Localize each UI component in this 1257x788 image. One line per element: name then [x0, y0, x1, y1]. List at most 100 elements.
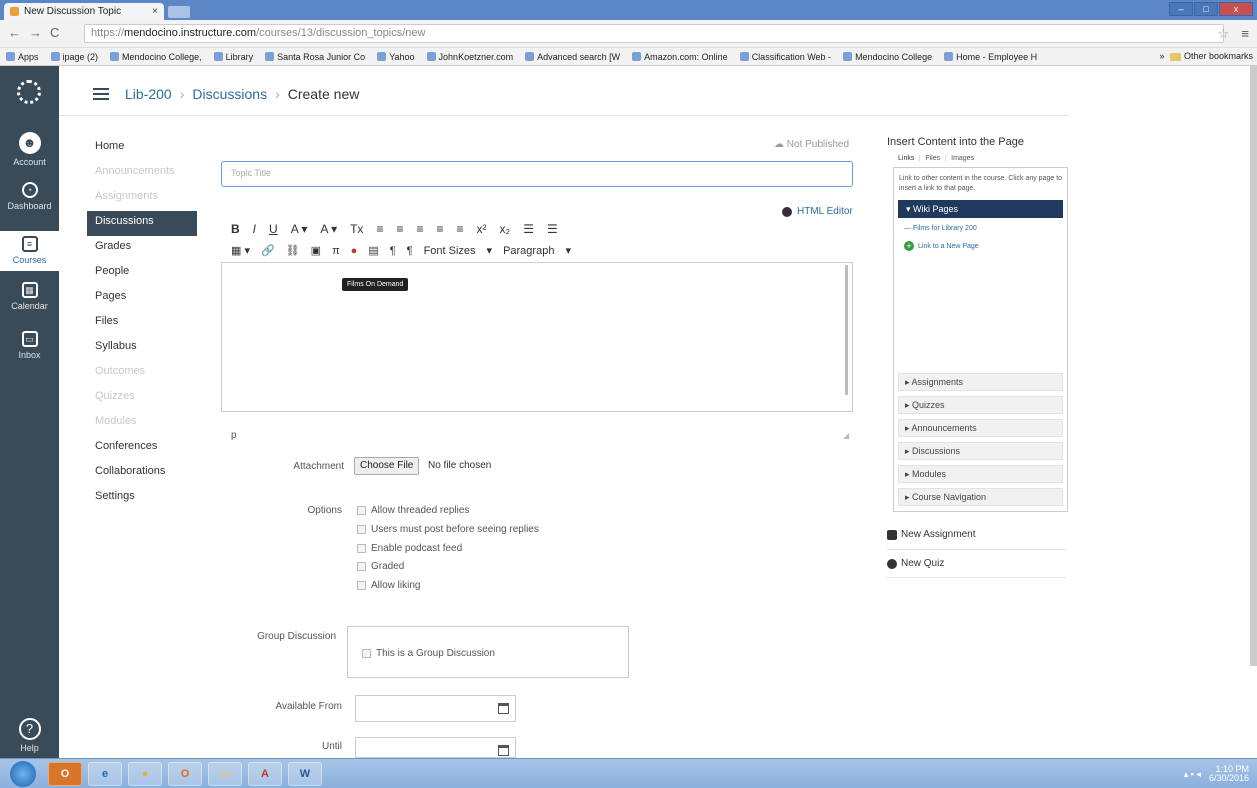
bookmark-item[interactable]: Yahoo [377, 52, 415, 62]
breadcrumb-discussions[interactable]: Discussions [192, 86, 267, 102]
films-on-demand-icon[interactable]: ● [351, 245, 358, 257]
new-quiz-link[interactable]: New Quiz [887, 558, 1067, 569]
option-threaded[interactable]: Allow threaded replies [357, 505, 469, 516]
checkbox[interactable] [357, 506, 366, 515]
forward-icon[interactable]: → [29, 25, 42, 40]
course-nav-conferences[interactable]: Conferences [87, 436, 197, 461]
checkbox[interactable] [357, 525, 366, 534]
minimize-icon[interactable]: – [1169, 2, 1193, 16]
course-nav-home[interactable]: Home [87, 136, 197, 161]
align-right-button[interactable]: ≡ [416, 222, 423, 236]
rich-content-editor[interactable] [221, 262, 853, 412]
url-input[interactable]: https://mendocino.instructure.com/course… [84, 24, 1224, 43]
bullet-list-button[interactable]: ☰ [523, 222, 534, 236]
section-modules[interactable]: ▸ Modules [898, 465, 1063, 483]
align-center-button[interactable]: ≡ [396, 222, 403, 236]
checkbox[interactable] [362, 649, 371, 658]
bookmark-item[interactable]: Advanced search [W [525, 52, 620, 62]
align-left-button[interactable]: ≡ [376, 222, 383, 236]
breadcrumb-course[interactable]: Lib-200 [125, 86, 172, 102]
checkbox[interactable] [357, 562, 366, 571]
link-new-page[interactable]: + Link to a New Page [904, 241, 979, 251]
close-window-icon[interactable]: x [1219, 2, 1253, 16]
course-nav-quizzes[interactable]: Quizzes [87, 386, 197, 411]
course-nav-collaborations[interactable]: Collaborations [87, 461, 197, 486]
bookmark-item[interactable]: Classification Web - [739, 52, 831, 62]
word-icon[interactable]: W [288, 762, 322, 786]
font-sizes-dropdown[interactable]: Font Sizes [424, 245, 476, 257]
course-nav-outcomes[interactable]: Outcomes [87, 361, 197, 386]
group-discussion-option[interactable]: This is a Group Discussion [362, 648, 495, 659]
option-liking[interactable]: Allow liking [357, 580, 420, 591]
background-color-button[interactable]: A ▾ [320, 222, 337, 236]
tab-files[interactable]: Files [920, 155, 947, 162]
course-menu-toggle-icon[interactable] [93, 88, 109, 100]
link-icon[interactable]: 🔗 [261, 244, 275, 257]
option-must-post[interactable]: Users must post before seeing replies [357, 524, 539, 535]
reload-icon[interactable]: C [50, 25, 59, 40]
course-nav-pages[interactable]: Pages [87, 286, 197, 311]
bookmark-item[interactable]: Library [213, 52, 253, 62]
calendar-picker-icon[interactable] [498, 703, 509, 714]
topic-title-input[interactable]: Topic Title [221, 161, 853, 187]
course-nav-files[interactable]: Files [87, 311, 197, 336]
available-from-input[interactable] [355, 695, 516, 722]
global-nav-dashboard[interactable]: ◔ Dashboard [0, 182, 59, 211]
global-nav-help[interactable]: ? Help [0, 718, 59, 753]
image-icon[interactable]: ▣ [311, 244, 321, 257]
global-nav-calendar[interactable]: ▦ Calendar [0, 282, 59, 311]
until-input[interactable] [355, 737, 516, 758]
course-nav-modules[interactable]: Modules [87, 411, 197, 436]
media-icon[interactable]: ▤ [368, 244, 378, 257]
bookmark-item[interactable]: JohnKoetzner.com [426, 52, 513, 62]
close-tab-icon[interactable]: × [152, 6, 158, 17]
bookmark-item[interactable]: Mendocino College [843, 52, 932, 62]
choose-file-button[interactable]: Choose File [354, 457, 420, 475]
course-nav-syllabus[interactable]: Syllabus [87, 336, 197, 361]
internet-explorer-icon[interactable]: e [88, 762, 122, 786]
browser-menu-icon[interactable]: ≡ [1241, 26, 1249, 41]
paragraph-dropdown[interactable]: Paragraph [503, 245, 554, 257]
bookmark-item[interactable]: Mendocino College, [110, 52, 202, 62]
bookmarks-overflow[interactable]: » [1159, 51, 1164, 61]
office-icon[interactable]: O [168, 762, 202, 786]
maximize-icon[interactable]: □ [1194, 2, 1218, 16]
tab-images[interactable]: Images [946, 155, 979, 162]
bookmark-item[interactable]: Apps [6, 52, 39, 62]
bookmark-item[interactable]: Amazon.com: Online [632, 52, 728, 62]
bookmark-item[interactable]: ipage (2) [50, 52, 98, 62]
section-quizzes[interactable]: ▸ Quizzes [898, 396, 1063, 414]
new-assignment-link[interactable]: New Assignment [887, 529, 1067, 540]
italic-button[interactable]: I [253, 222, 256, 236]
course-nav-people[interactable]: People [87, 261, 197, 286]
bookmark-item[interactable]: Santa Rosa Junior Co [265, 52, 365, 62]
editor-scrollbar[interactable] [845, 265, 848, 395]
section-discussions[interactable]: ▸ Discussions [898, 442, 1063, 460]
global-nav-account[interactable]: ☻ Account [0, 132, 59, 167]
course-nav-settings[interactable]: Settings [87, 486, 197, 511]
checkbox[interactable] [357, 544, 366, 553]
indent-button[interactable]: ≡ [457, 222, 464, 236]
text-color-button[interactable]: A ▾ [291, 222, 308, 236]
chevron-down-icon[interactable]: ▾ [487, 244, 493, 257]
course-nav-discussions[interactable]: Discussions [87, 211, 197, 236]
underline-button[interactable]: U [269, 222, 278, 236]
back-icon[interactable]: ← [8, 25, 21, 40]
ltr-direction-button[interactable]: ¶ [390, 245, 396, 257]
course-nav-grades[interactable]: Grades [87, 236, 197, 261]
publish-status[interactable]: ☁ Not Published [774, 139, 849, 150]
page-scrollbar[interactable] [1250, 66, 1257, 666]
superscript-button[interactable]: x² [477, 222, 487, 236]
wiki-pages-header[interactable]: ▾ Wiki Pages [898, 200, 1063, 218]
canvas-logo-icon[interactable] [17, 80, 41, 104]
tray-icons[interactable]: ▴ ▪ ◂ [1184, 769, 1201, 779]
unlink-icon[interactable]: ⛓ [286, 244, 300, 257]
other-bookmarks[interactable]: Other bookmarks [1170, 51, 1253, 61]
option-podcast[interactable]: Enable podcast feed [357, 543, 462, 554]
bookmark-star-icon[interactable]: ☆ [1217, 26, 1229, 42]
outlook-icon[interactable]: O [48, 762, 82, 786]
table-button[interactable]: ▦ ▾ [231, 244, 250, 257]
windows-start-icon[interactable] [10, 761, 36, 787]
bookmark-item[interactable]: Home - Employee H [944, 52, 1037, 62]
chrome-icon[interactable]: ● [128, 762, 162, 786]
